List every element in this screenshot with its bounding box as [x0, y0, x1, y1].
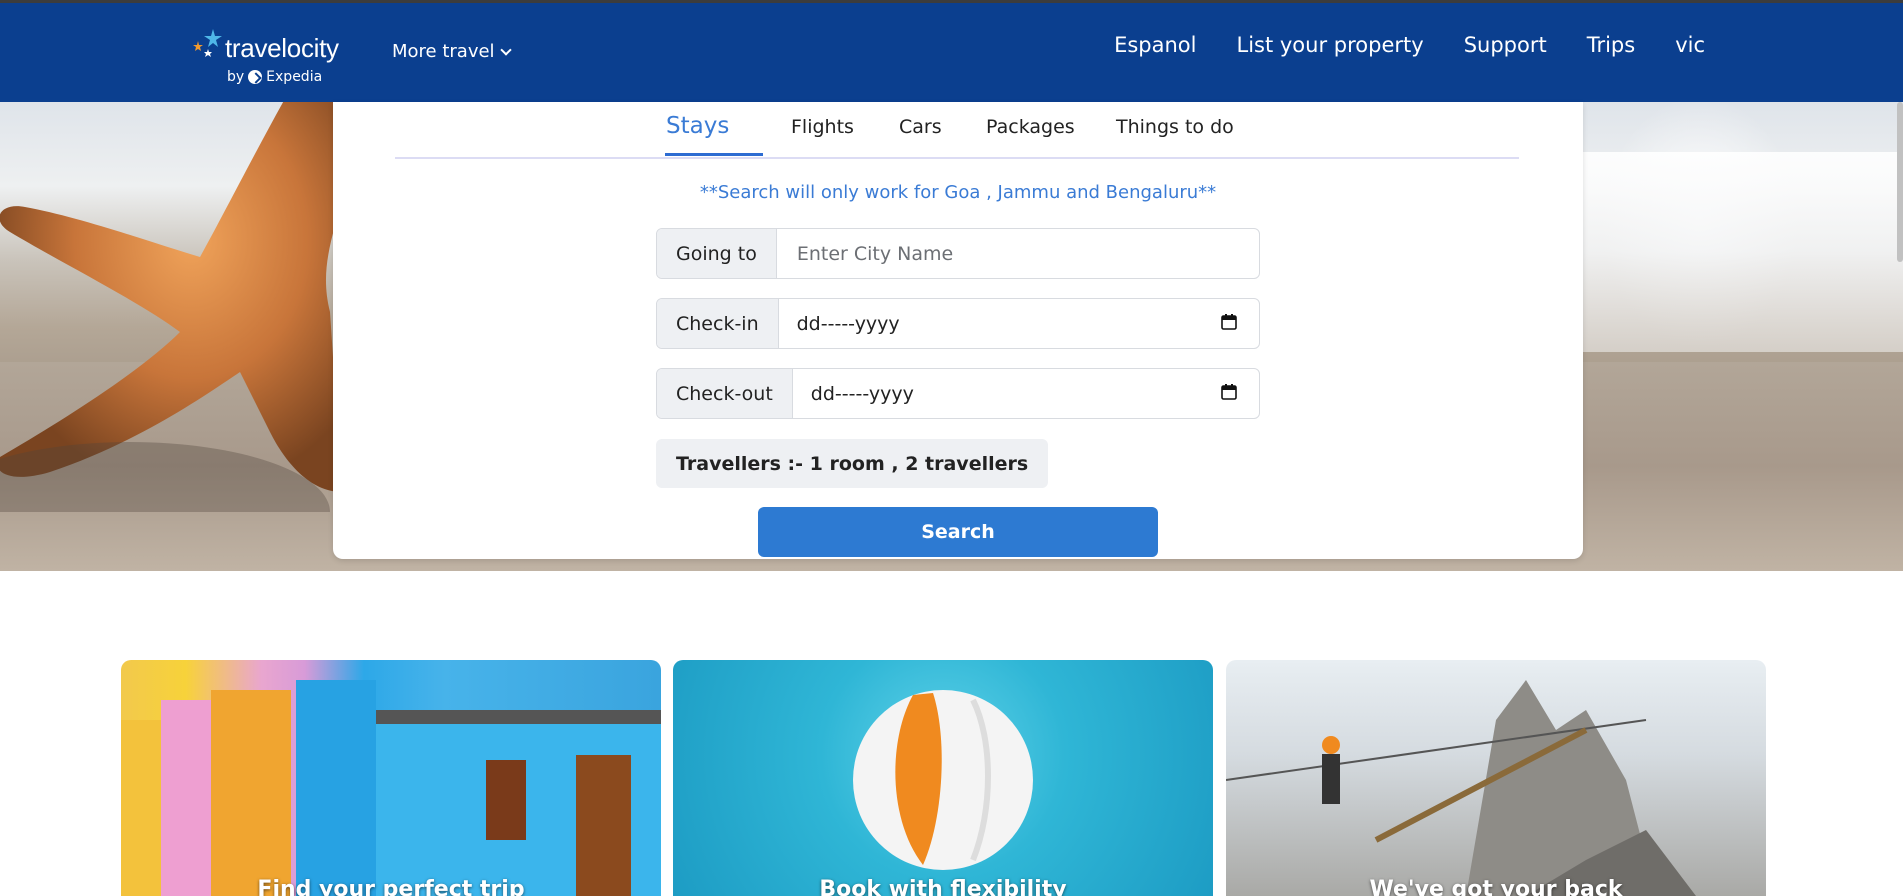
more-travel-dropdown[interactable]: More travel [392, 41, 512, 62]
chevron-down-icon [499, 44, 512, 56]
header-nav: Espanol List your property Support Trips… [1114, 33, 1705, 57]
starfish-image [0, 102, 349, 512]
hero-wave-foam [1560, 152, 1903, 352]
nav-link-list-property[interactable]: List your property [1237, 33, 1424, 57]
nav-link-support[interactable]: Support [1464, 33, 1547, 57]
search-button[interactable]: Search [758, 507, 1158, 557]
check-in-value: dd-----yyyy [796, 312, 900, 335]
going-to-wrapper [777, 229, 1259, 278]
tab-flights[interactable]: Flights [791, 116, 854, 138]
nav-link-trips[interactable]: Trips [1587, 33, 1635, 57]
logo-stars-icon [193, 29, 222, 57]
search-notice: **Search will only work for Goa , Jammu … [699, 182, 1217, 203]
check-in-group: Check-in dd-----yyyy [656, 298, 1260, 349]
promo-title: Find your perfect trip [257, 877, 525, 896]
promo-card-flexibility[interactable]: Book with flexibility [673, 660, 1213, 896]
promo-card-support[interactable]: We've got your back [1226, 660, 1766, 896]
going-to-label: Going to [657, 229, 777, 278]
check-in-label: Check-in [657, 299, 779, 348]
tab-things-to-do[interactable]: Things to do [1116, 116, 1234, 138]
nav-link-account[interactable]: vic [1675, 33, 1705, 57]
going-to-group: Going to [656, 228, 1260, 279]
check-out-value: dd-----yyyy [810, 382, 914, 405]
expedia-icon [248, 70, 263, 84]
travelocity-logo[interactable]: travelocity by Expedia [191, 25, 361, 87]
check-out-group: Check-out dd-----yyyy [656, 368, 1260, 419]
check-out-input[interactable]: dd-----yyyy [793, 369, 1259, 418]
calendar-icon[interactable] [1221, 384, 1237, 400]
promo-title: We've got your back [1369, 877, 1623, 896]
logo-by-text: by [227, 69, 245, 85]
nav-link-espanol[interactable]: Espanol [1114, 33, 1196, 57]
logo-wordmark: travelocity [225, 33, 339, 63]
tab-cars[interactable]: Cars [899, 116, 942, 138]
logo-brand-text: Expedia [266, 69, 323, 85]
zipline-image [1226, 680, 1696, 896]
tab-stays[interactable]: Stays [666, 113, 729, 139]
search-tabs: Stays Flights Cars Packages Things to do [395, 102, 1519, 159]
tab-packages[interactable]: Packages [986, 116, 1075, 138]
going-to-input[interactable] [794, 241, 1241, 266]
active-tab-indicator [665, 153, 763, 156]
site-header: travelocity by Expedia More travel Espan… [0, 3, 1903, 102]
search-card: Stays Flights Cars Packages Things to do… [333, 102, 1583, 559]
beach-ball-image [853, 690, 1033, 870]
scrollbar-thumb[interactable] [1897, 102, 1903, 262]
logo-byline: by Expedia [227, 69, 322, 85]
colorful-houses-image [121, 680, 661, 896]
travellers-selector[interactable]: Travellers :- 1 room , 2 travellers [656, 439, 1049, 488]
check-out-label: Check-out [657, 369, 793, 418]
calendar-icon[interactable] [1221, 314, 1237, 330]
promo-card-trip[interactable]: Find your perfect trip [121, 660, 661, 896]
more-travel-label: More travel [392, 41, 495, 62]
check-in-input[interactable]: dd-----yyyy [779, 299, 1259, 348]
promo-title: Book with flexibility [819, 877, 1067, 896]
